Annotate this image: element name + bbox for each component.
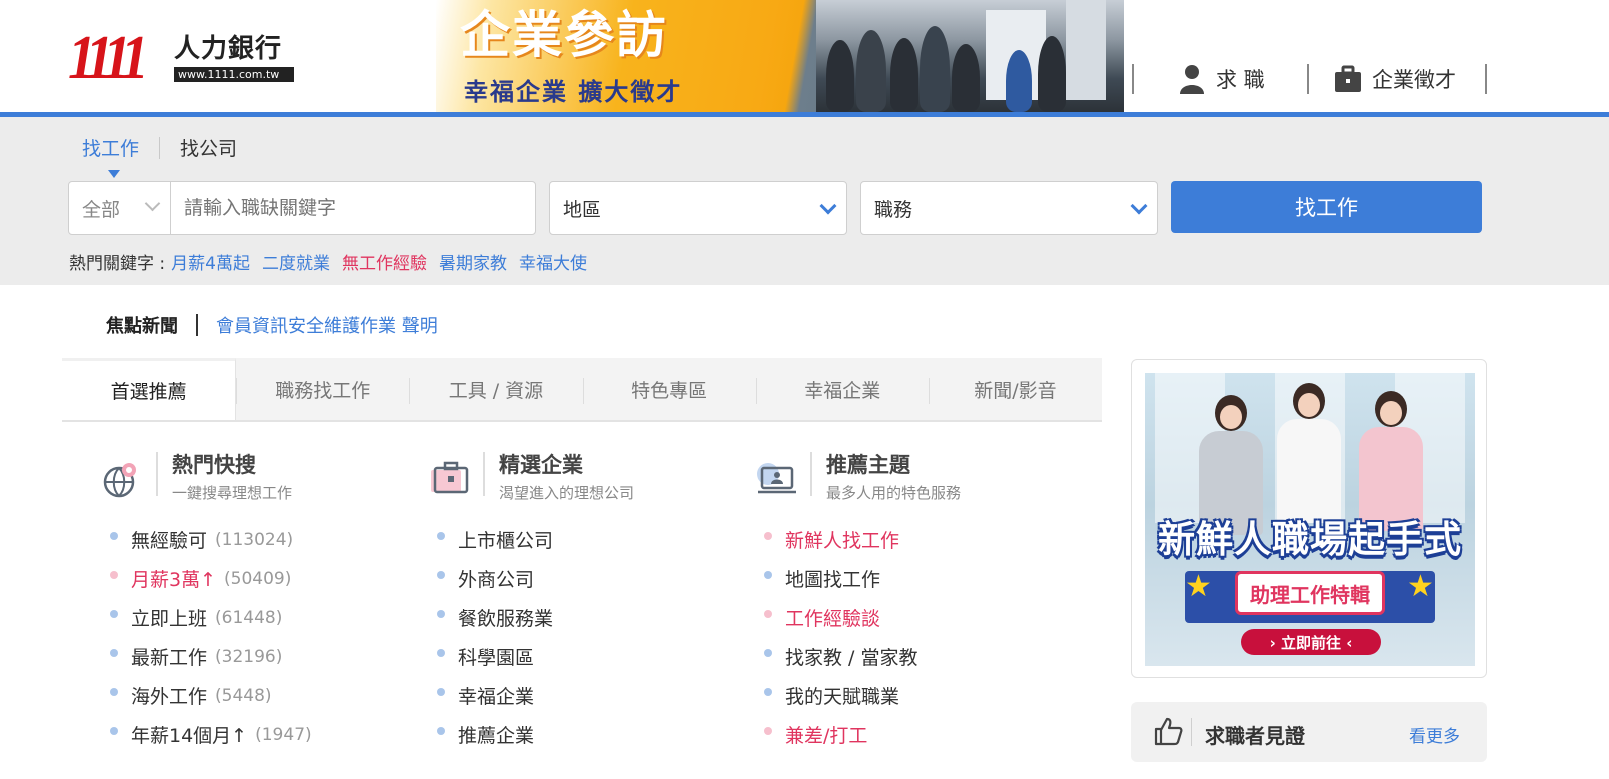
area-select[interactable]: 地區 xyxy=(549,181,847,235)
area-value: 地區 xyxy=(563,198,602,221)
list-item[interactable]: 地圖找工作 xyxy=(764,559,1056,598)
featured-companies-column: 精選企業 渴望進入的理想公司 上市櫃公司 外商公司 餐飲服務業 科學園區 幸福企… xyxy=(429,452,729,754)
list-item[interactable]: 新鮮人找工作 xyxy=(764,520,1056,559)
tab-special[interactable]: 特色專區 xyxy=(582,358,756,420)
logo-number: 1111 xyxy=(68,24,149,92)
tab-featured[interactable]: 首選推薦 xyxy=(62,358,237,420)
divider xyxy=(1132,64,1134,94)
list-item[interactable]: 上市櫃公司 xyxy=(437,520,729,559)
list-item[interactable]: 月薪3萬↑ (50409) xyxy=(110,559,402,598)
ad-title: 新鮮人職場起手式 xyxy=(1158,518,1462,561)
tab-tools[interactable]: 工具 / 資源 xyxy=(409,358,583,420)
list-item[interactable]: 海外工作 (5448) xyxy=(110,676,402,715)
globe-pin-icon xyxy=(103,463,136,498)
list-item[interactable]: 無經驗可 (113024) xyxy=(110,520,402,559)
main-tabs: 首選推薦 職務找工作 工具 / 資源 特色專區 幸福企業 新聞/影音 xyxy=(62,358,1103,422)
category-value: 全部 xyxy=(82,198,121,221)
job-seek-label: 求 職 xyxy=(1216,68,1265,92)
briefcase-icon xyxy=(1335,65,1361,92)
focus-news: 焦點新聞 會員資訊安全維護作業 聲明 xyxy=(106,312,438,338)
chevron-down-icon xyxy=(144,195,161,212)
hot-keywords-label: 熱門關鍵字 : xyxy=(69,254,166,274)
list-item[interactable]: 我的天賦職業 xyxy=(764,676,1056,715)
banner-subtitle: 幸福企業 擴大徵才 xyxy=(464,78,683,106)
list-item[interactable]: 最新工作 (32196) xyxy=(110,637,402,676)
hot-keyword[interactable]: 幸福大使 xyxy=(519,249,587,274)
hot-keyword[interactable]: 暑期家教 xyxy=(439,249,507,274)
keyword-search-group: 全部 xyxy=(68,181,536,235)
list-item[interactable]: 兼差/打工 xyxy=(764,715,1056,754)
list-item[interactable]: 科學園區 xyxy=(437,637,729,676)
ad-subtitle: 助理工作特輯 xyxy=(1235,571,1385,615)
site-logo[interactable]: 1111 人力銀行 www.1111.com.tw xyxy=(68,24,294,92)
employer-link[interactable]: 企業徵才 xyxy=(1334,62,1456,96)
list-item[interactable]: 年薪14個月↑ (1947) xyxy=(110,715,402,754)
chevron-down-icon xyxy=(1130,197,1148,215)
list-item[interactable]: 幸福企業 xyxy=(437,676,729,715)
ad-cta-button[interactable]: › 立即前往 ‹ xyxy=(1241,629,1381,655)
hot-keyword[interactable]: 無工作經驗 xyxy=(342,249,427,274)
hot-keyword[interactable]: 月薪4萬起 xyxy=(171,249,250,274)
keyword-input[interactable] xyxy=(171,183,521,233)
site-header: 1111 人力銀行 www.1111.com.tw 企業參訪 幸福企業 擴大徵才… xyxy=(0,0,1609,117)
logo-url: www.1111.com.tw xyxy=(174,67,294,82)
tab-find-job[interactable]: 找工作 xyxy=(82,134,139,161)
news-link[interactable]: 會員資訊安全維護作業 聲明 xyxy=(216,312,438,338)
tab-news-video[interactable]: 新聞/影音 xyxy=(928,358,1103,420)
chevron-down-icon xyxy=(819,197,837,215)
hot-keywords: 熱門關鍵字 : 月薪4萬起 二度就業 無工作經驗 暑期家教 幸福大使 xyxy=(69,249,587,274)
ad-image: 新鮮人職場起手式 ★ ★ 助理工作特輯 › 立即前往 ‹ xyxy=(1145,373,1475,666)
divider xyxy=(1485,64,1487,94)
column-title: 推薦主題 xyxy=(826,453,910,477)
list-item[interactable]: 找家教 / 當家教 xyxy=(764,637,1056,676)
column-title: 熱門快搜 xyxy=(172,453,256,477)
active-tab-indicator xyxy=(108,170,120,178)
recommended-topics-column: 推薦主題 最多人用的特色服務 新鮮人找工作 地圖找工作 工作經驗談 找家教 / … xyxy=(756,452,1056,754)
list-item[interactable]: 推薦企業 xyxy=(437,715,729,754)
list-item[interactable]: 餐飲服務業 xyxy=(437,598,729,637)
testimonial-bar: 求職者見證 看更多 xyxy=(1131,702,1487,762)
search-button[interactable]: 找工作 xyxy=(1171,181,1482,233)
thumbs-up-icon xyxy=(1154,717,1183,746)
logo-name: 人力銀行 xyxy=(174,34,283,64)
hot-keyword[interactable]: 二度就業 xyxy=(262,249,330,274)
column-subtitle: 渴望進入的理想公司 xyxy=(499,484,635,502)
job-seek-link[interactable]: 求 職 xyxy=(1178,62,1265,96)
banner-title: 企業參訪 xyxy=(460,6,668,64)
see-more-link[interactable]: 看更多 xyxy=(1409,722,1460,747)
job-type-select[interactable]: 職務 xyxy=(860,181,1158,235)
list-item[interactable]: 立即上班 (61448) xyxy=(110,598,402,637)
promo-banner[interactable]: 企業參訪 幸福企業 擴大徵才 xyxy=(436,0,1124,112)
tab-happy-companies[interactable]: 幸福企業 xyxy=(755,358,929,420)
divider xyxy=(1307,64,1309,94)
job-type-value: 職務 xyxy=(874,198,913,221)
tab-find-company[interactable]: 找公司 xyxy=(180,134,237,161)
search-tabs: 找工作 找公司 xyxy=(82,134,237,161)
category-select[interactable]: 全部 xyxy=(69,182,171,234)
hot-search-column: 熱門快搜 一鍵搜尋理想工作 無經驗可 (113024) 月薪3萬↑ (50409) … xyxy=(102,452,402,754)
list-item[interactable]: 工作經驗談 xyxy=(764,598,1056,637)
testimonial-title: 求職者見證 xyxy=(1205,724,1305,748)
briefcase-icon xyxy=(431,461,469,494)
monitor-user-icon xyxy=(757,463,796,494)
side-ad[interactable]: 新鮮人職場起手式 ★ ★ 助理工作特輯 › 立即前往 ‹ xyxy=(1131,359,1487,678)
column-title: 精選企業 xyxy=(499,453,583,477)
person-icon xyxy=(1180,65,1204,94)
star-icon: ★ xyxy=(1407,569,1434,604)
tab-by-job[interactable]: 職務找工作 xyxy=(236,358,410,420)
column-subtitle: 最多人用的特色服務 xyxy=(826,484,962,502)
list-item[interactable]: 外商公司 xyxy=(437,559,729,598)
banner-photo xyxy=(816,0,1124,112)
news-label: 焦點新聞 xyxy=(106,316,178,337)
column-subtitle: 一鍵搜尋理想工作 xyxy=(172,484,293,502)
employer-label: 企業徵才 xyxy=(1372,68,1456,92)
star-icon: ★ xyxy=(1185,569,1212,604)
